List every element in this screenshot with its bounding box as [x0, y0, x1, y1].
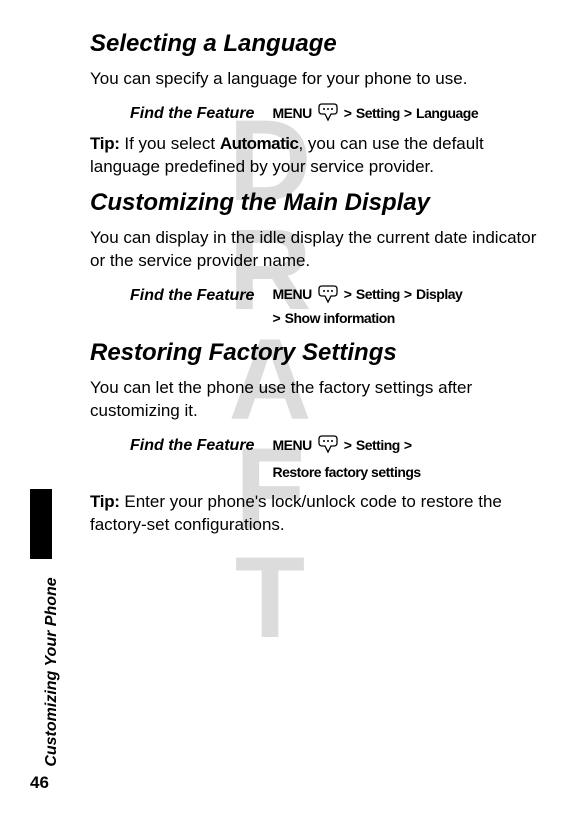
- heading-customizing-display: Customizing the Main Display: [90, 189, 544, 217]
- side-tab: Customizing Your Phone: [30, 489, 52, 769]
- menu-label: MENU: [272, 102, 311, 124]
- feature-row-display: Find the Feature MENU > Setting > Displa…: [130, 283, 544, 329]
- find-feature-label: Find the Feature: [130, 101, 254, 123]
- tip-text: Enter your phone's lock/unlock code to r…: [90, 492, 502, 534]
- tip-text-pre: If you select: [124, 134, 215, 153]
- feature-path-language: MENU > Setting > Language: [272, 101, 478, 125]
- feature-row-restore: Find the Feature MENU > Setting > Restor…: [130, 433, 544, 483]
- feature-path-restore: MENU > Setting > Restore factory setting…: [272, 433, 492, 483]
- tip-emph-automatic: Automatic: [220, 134, 299, 153]
- page-content: Selecting a Language You can specify a l…: [0, 0, 574, 537]
- feature-path-display-wrap: MENU > Setting > Display > Show informat…: [272, 283, 462, 329]
- side-chapter-label: Customizing Your Phone: [43, 572, 61, 772]
- page-number: 46: [30, 773, 49, 793]
- menu-label: MENU: [272, 283, 311, 305]
- heading-restoring-factory: Restoring Factory Settings: [90, 339, 544, 367]
- separator: >: [404, 283, 412, 305]
- feature-path-display-line2: > Show information: [272, 307, 462, 329]
- tip-label: Tip:: [90, 134, 120, 153]
- body-customizing-display: You can display in the idle display the …: [90, 227, 544, 273]
- separator: >: [272, 307, 280, 329]
- find-feature-label: Find the Feature: [130, 283, 254, 305]
- side-tab-marker: [30, 489, 52, 559]
- separator: >: [404, 434, 412, 456]
- find-feature-label: Find the Feature: [130, 433, 254, 455]
- body-selecting-language: You can specify a language for your phon…: [90, 68, 544, 91]
- path-setting: Setting: [356, 283, 400, 305]
- tip-language: Tip: If you select Automatic, you can us…: [90, 133, 544, 179]
- separator: >: [344, 283, 352, 305]
- nav-key-icon: [316, 433, 340, 457]
- menu-label: MENU: [272, 434, 311, 456]
- separator: >: [404, 102, 412, 124]
- nav-key-icon: [316, 283, 340, 307]
- path-setting: Setting: [356, 434, 400, 456]
- path-language: Language: [416, 102, 478, 124]
- tip-restore: Tip: Enter your phone's lock/unlock code…: [90, 491, 544, 537]
- feature-path-display: MENU > Setting > Display: [272, 283, 462, 307]
- heading-selecting-language: Selecting a Language: [90, 30, 544, 58]
- separator: >: [344, 102, 352, 124]
- path-restore-factory: Restore factory settings: [272, 461, 420, 483]
- tip-label: Tip:: [90, 492, 120, 511]
- nav-key-icon: [316, 101, 340, 125]
- body-restoring-factory: You can let the phone use the factory se…: [90, 377, 544, 423]
- separator: >: [344, 434, 352, 456]
- path-show-information: Show information: [285, 307, 395, 329]
- path-display: Display: [416, 283, 462, 305]
- path-setting: Setting: [356, 102, 400, 124]
- feature-row-language: Find the Feature MENU > Setting > Langua…: [130, 101, 544, 125]
